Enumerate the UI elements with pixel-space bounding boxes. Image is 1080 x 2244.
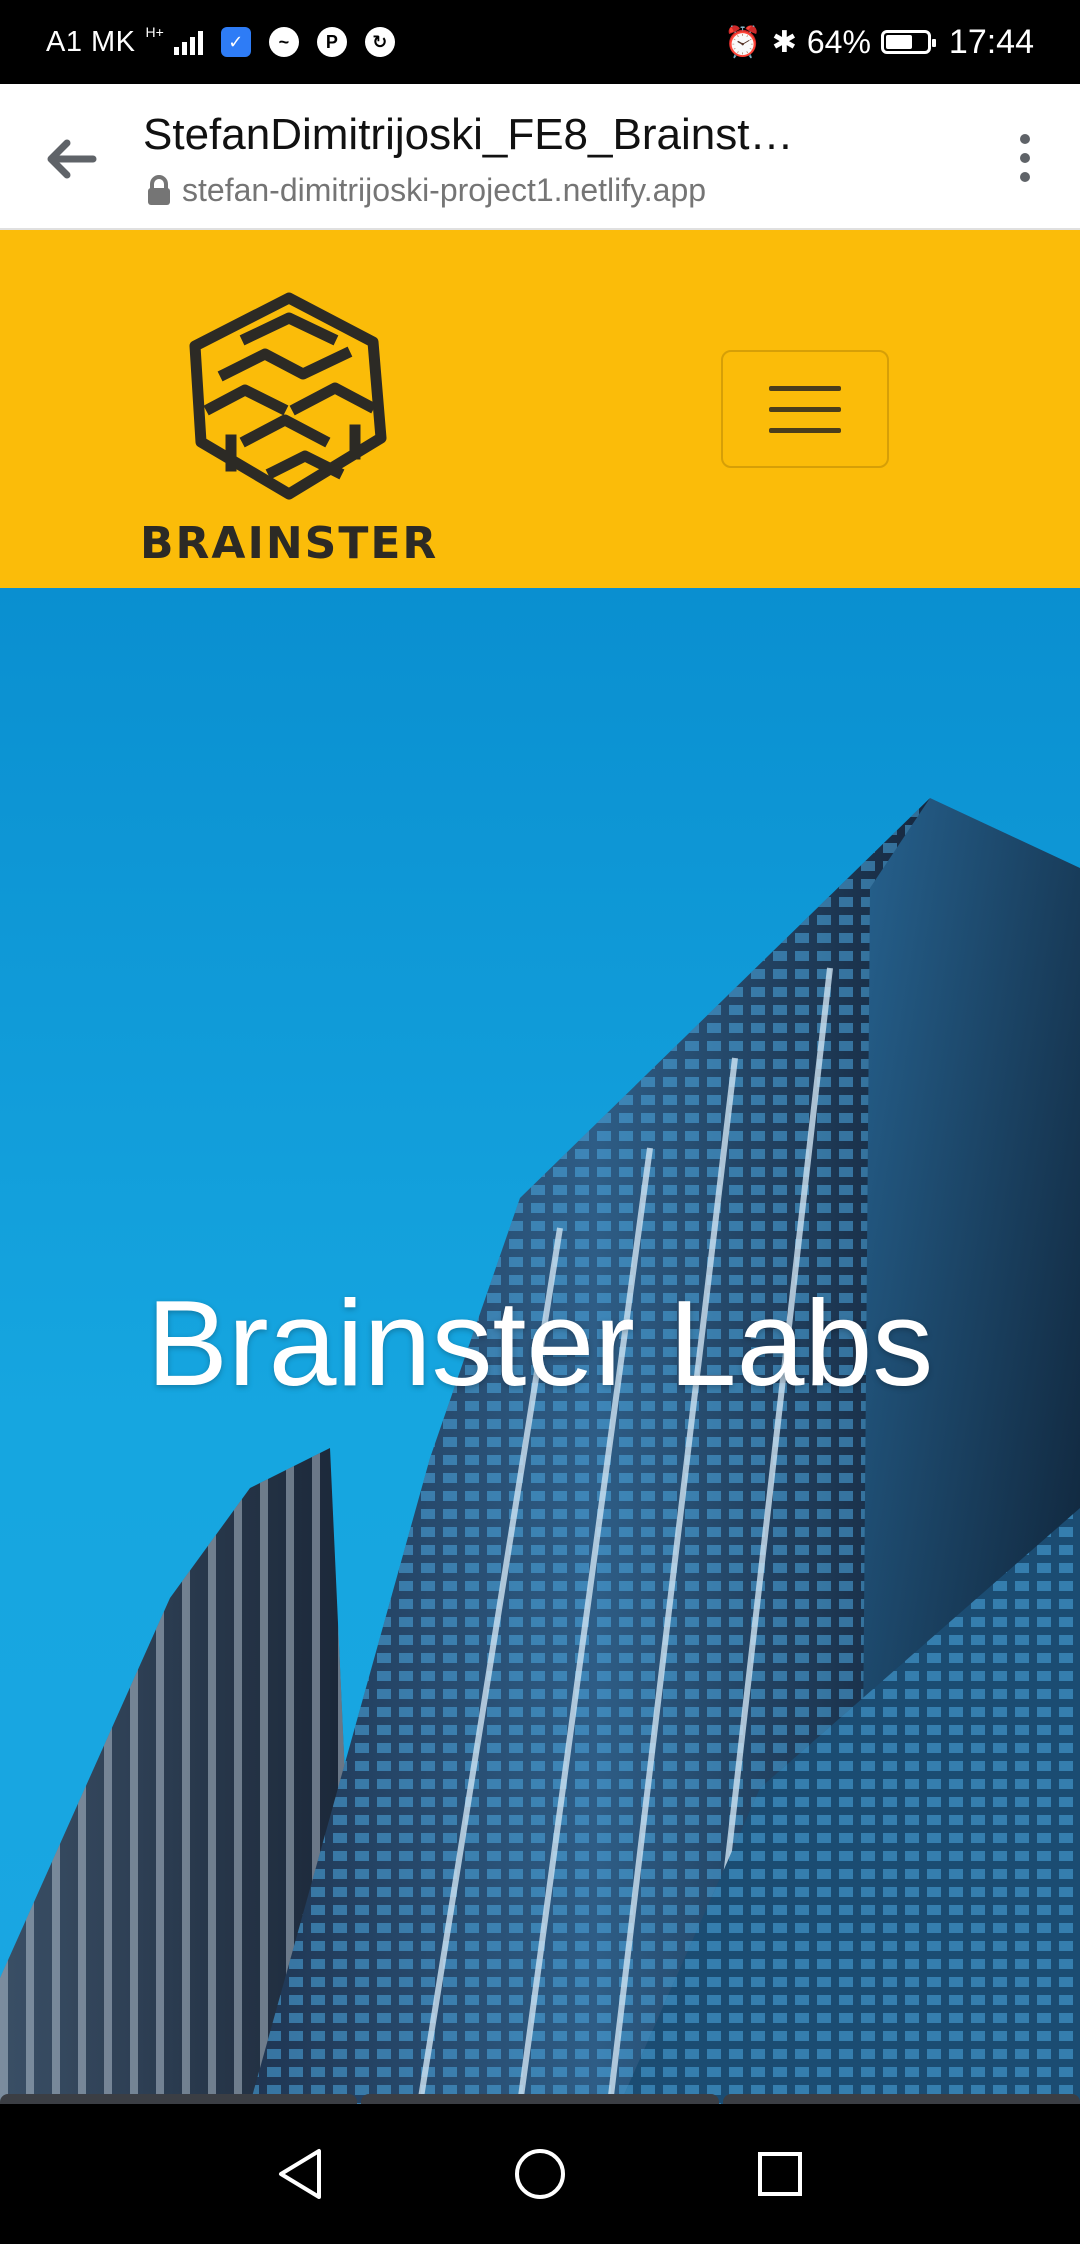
status-left: A1 MK H+ ✓ ~ P ↻: [46, 24, 395, 59]
status-right: ⏰ ✱ 64% 17:44: [724, 23, 1034, 62]
brand-name: BRAINSTER: [140, 518, 439, 569]
bluetooth-icon: ✱: [771, 25, 797, 59]
arrow-left-icon: [47, 139, 97, 179]
brain-logo-icon: [189, 292, 387, 500]
system-back-button[interactable]: [270, 2144, 330, 2204]
status-bar: A1 MK H+ ✓ ~ P ↻ ⏰ ✱ 64% 17:44: [0, 0, 1080, 84]
back-icon: [279, 2149, 321, 2199]
battery-percent: 64%: [806, 23, 871, 60]
network-type: H+: [145, 24, 164, 40]
url-row[interactable]: stefan-dimitrijoski-project1.netlify.app: [146, 172, 706, 209]
hero-title: Brainster Labs: [146, 1275, 934, 1411]
clock: 17:44: [948, 22, 1034, 61]
page-title: StefanDimitrijoski_FE8_Brainst…: [143, 110, 794, 159]
pinterest-icon: P: [316, 27, 347, 57]
battery-icon: [880, 30, 936, 54]
lock-icon: [148, 174, 170, 205]
tab[interactable]: [361, 2094, 719, 2104]
system-navigation-bar: [0, 2104, 1080, 2244]
carrier-label: A1 MK: [46, 25, 136, 58]
tab[interactable]: [722, 2094, 1080, 2104]
menu-line: [769, 385, 841, 391]
recents-icon: [758, 2152, 802, 2196]
system-recents-button[interactable]: [750, 2144, 810, 2204]
home-icon: [515, 2149, 565, 2199]
more-options-button[interactable]: [1010, 128, 1040, 188]
messenger-icon: ~: [268, 27, 299, 57]
site-navbar: BRAINSTER: [0, 230, 1080, 588]
menu-line: [769, 406, 841, 412]
sync-icon: ↻: [364, 27, 395, 57]
browser-toolbar: StefanDimitrijoski_FE8_Brainst… stefan-d…: [0, 84, 1080, 230]
system-home-button[interactable]: [510, 2144, 570, 2204]
hero-section: Brainster Labs: [0, 588, 1080, 2104]
tab[interactable]: [0, 2094, 358, 2104]
signal-icon: [173, 29, 203, 55]
brand-logo[interactable]: BRAINSTER: [140, 290, 440, 580]
back-button[interactable]: [36, 124, 106, 194]
shield-icon: ✓: [220, 27, 251, 57]
alarm-icon: ⏰: [724, 25, 762, 59]
menu-line: [769, 427, 841, 433]
url-text[interactable]: stefan-dimitrijoski-project1.netlify.app: [182, 172, 706, 209]
dot: [1020, 172, 1030, 182]
dot: [1020, 134, 1030, 144]
dot: [1020, 153, 1030, 163]
hamburger-menu-button[interactable]: [721, 350, 889, 468]
tab-strip: [0, 2094, 1080, 2104]
